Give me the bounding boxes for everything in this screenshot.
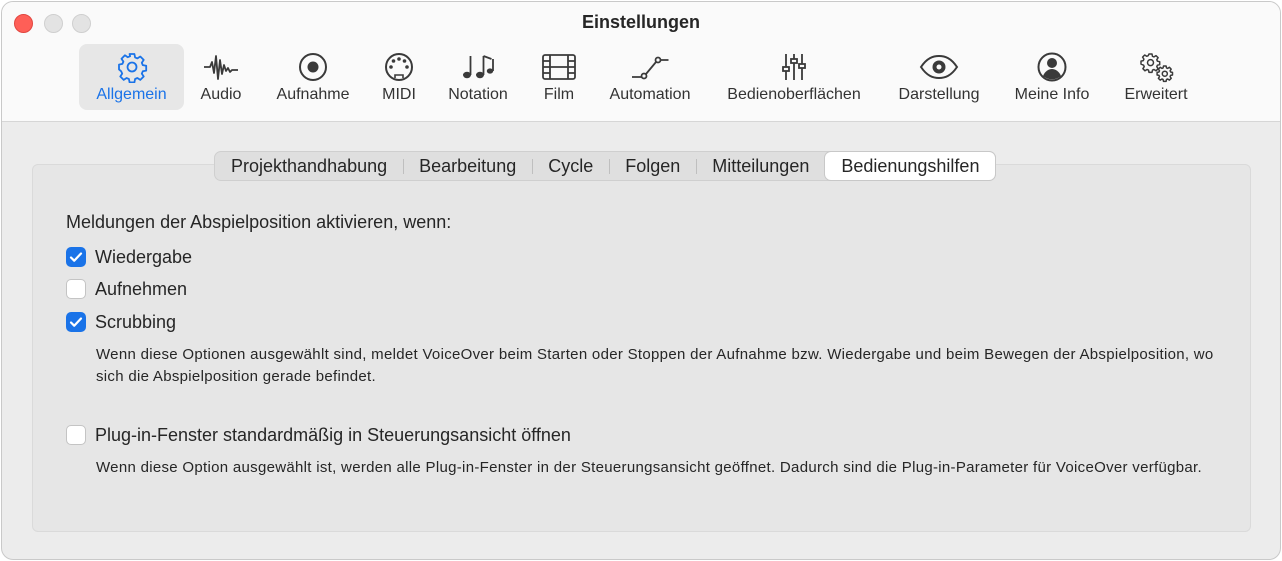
eye-icon xyxy=(919,54,959,80)
automation-curve-icon xyxy=(632,56,669,80)
tab-mitteilungen[interactable]: Mitteilungen xyxy=(696,152,825,180)
gear-icon xyxy=(117,53,147,83)
toolbar-label-darstellung: Darstellung xyxy=(898,86,980,103)
toolbar-item-darstellung[interactable]: Darstellung xyxy=(889,44,989,110)
toolbar-label-automation: Automation xyxy=(609,86,691,103)
toolbar-item-bedienoberflaechen[interactable]: Bedienoberflächen xyxy=(716,44,872,110)
toolbar-label-midi: MIDI xyxy=(382,86,416,103)
checkbox-aufnehmen[interactable] xyxy=(66,279,86,299)
toolbar-label-audio: Audio xyxy=(200,86,242,103)
toolbar-label-bedienoberflaechen: Bedienoberflächen xyxy=(727,86,861,103)
toolbar-item-midi[interactable]: MIDI xyxy=(373,44,425,110)
waveform-icon xyxy=(204,55,238,80)
gears-icon xyxy=(1140,53,1174,83)
segmented-tab-bar: Projekthandhabung Bearbeitung Cycle Folg… xyxy=(214,151,997,181)
tab-projekthandhabung[interactable]: Projekthandhabung xyxy=(215,152,403,180)
tab-folgen[interactable]: Folgen xyxy=(609,152,696,180)
toolbar: Einstellungen Allgemein Audio Aufnahme M… xyxy=(2,2,1280,122)
description-playhead: Wenn diese Optionen ausgewählt sind, mel… xyxy=(96,346,1214,385)
toolbar-item-erweitert[interactable]: Erweitert xyxy=(1114,44,1198,110)
checkbox-label-wiedergabe: Wiedergabe xyxy=(95,246,193,267)
window-title: Einstellungen xyxy=(581,12,700,32)
toolbar-item-audio[interactable]: Audio xyxy=(189,44,253,110)
checkbox-label-scrubbing: Scrubbing xyxy=(95,311,177,332)
tab-bedienungshilfen[interactable]: Bedienungshilfen xyxy=(825,152,996,180)
checkbox-plugin-window[interactable] xyxy=(66,425,86,445)
music-notes-icon xyxy=(463,55,494,79)
toolbar-item-meine-info[interactable]: Meine Info xyxy=(1004,44,1100,110)
record-icon xyxy=(299,53,327,81)
checkbox-scrubbing[interactable] xyxy=(66,312,86,332)
checkmark-icon xyxy=(69,252,83,262)
toolbar-label-aufnahme: Aufnahme xyxy=(276,86,350,103)
toolbar-item-aufnahme[interactable]: Aufnahme xyxy=(268,44,358,110)
tab-cycle[interactable]: Cycle xyxy=(532,152,609,180)
option-aufnehmen[interactable]: Aufnehmen xyxy=(66,277,187,301)
toolbar-item-notation[interactable]: Notation xyxy=(440,44,516,110)
faders-icon xyxy=(782,54,806,80)
description-plugin-window: Wenn diese Option ausgewählt ist, werden… xyxy=(96,459,1202,476)
person-icon xyxy=(1037,52,1067,82)
option-wiedergabe[interactable]: Wiedergabe xyxy=(66,245,192,269)
option-scrubbing[interactable]: Scrubbing xyxy=(66,310,176,334)
toolbar-label-erweitert: Erweitert xyxy=(1124,86,1188,103)
checkbox-wiedergabe[interactable] xyxy=(66,247,86,267)
toolbar-label-allgemein: Allgemein xyxy=(96,86,167,103)
toolbar-item-automation[interactable]: Automation xyxy=(602,44,698,110)
settings-window: Einstellungen Allgemein Audio Aufnahme M… xyxy=(1,1,1281,560)
checkmark-icon xyxy=(69,317,83,327)
midi-connector-icon xyxy=(385,53,413,81)
checkbox-label-plugin-window: Plug-in-Fenster standardmäßig in Steueru… xyxy=(95,424,571,445)
toolbar-label-notation: Notation xyxy=(448,86,508,103)
toolbar-item-film[interactable]: Film xyxy=(531,44,587,110)
toolbar-label-film: Film xyxy=(543,86,575,103)
option-plugin-window[interactable]: Plug-in-Fenster standardmäßig in Steueru… xyxy=(66,423,571,447)
toolbar-label-meine-info: Meine Info xyxy=(1014,86,1090,103)
checkbox-label-aufnehmen: Aufnehmen xyxy=(95,278,188,299)
section-heading: Meldungen der Abspielposition aktivieren… xyxy=(66,212,452,232)
toolbar-item-allgemein[interactable]: Allgemein xyxy=(79,44,184,110)
tab-bearbeitung[interactable]: Bearbeitung xyxy=(403,152,532,180)
film-strip-icon xyxy=(542,54,576,80)
